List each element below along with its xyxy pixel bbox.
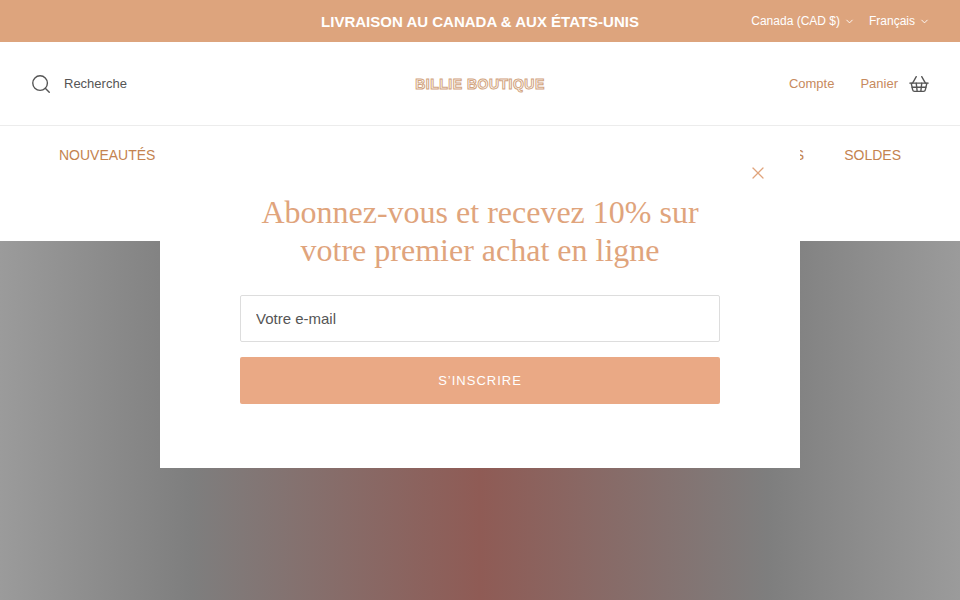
chevron-down-icon <box>919 16 930 27</box>
subscribe-button[interactable]: S’INSCRIRE <box>240 357 720 404</box>
chevron-down-icon <box>844 16 855 27</box>
nav-group: ESSOLDES <box>786 147 902 163</box>
nav-item[interactable]: NOUVEAUTÉS <box>59 147 155 163</box>
cart-link[interactable]: Panier <box>860 73 930 95</box>
search-link[interactable]: Recherche <box>30 73 415 95</box>
email-input[interactable] <box>240 295 720 342</box>
page: LIVRAISON AU CANADA & AUX ÉTATS-UNIS Cana… <box>0 0 960 600</box>
announcement-bar: LIVRAISON AU CANADA & AUX ÉTATS-UNIS Cana… <box>0 0 960 42</box>
basket-icon <box>908 73 930 95</box>
locale-selector[interactable]: Canada (CAD $) <box>751 14 855 28</box>
account-link[interactable]: Compte <box>789 76 835 91</box>
locale-selector[interactable]: Français <box>869 14 930 28</box>
header-actions: Compte Panier <box>545 73 930 95</box>
modal-title: Abonnez-vous et recevez 10% sur votre pr… <box>240 193 720 269</box>
close-button[interactable] <box>748 163 768 183</box>
search-icon <box>30 73 52 95</box>
newsletter-modal: Abonnez-vous et recevez 10% sur votre pr… <box>160 131 800 468</box>
locale-selectors: Canada (CAD $) Français <box>751 0 930 42</box>
close-icon <box>748 163 768 183</box>
nav-item[interactable]: SOLDES <box>844 147 901 163</box>
logo[interactable]: BILLIE BOUTIQUE <box>415 76 545 92</box>
announcement-text: LIVRAISON AU CANADA & AUX ÉTATS-UNIS <box>321 13 639 30</box>
site-header: RechercheBILLIE BOUTIQUE Compte Panier <box>0 42 960 126</box>
